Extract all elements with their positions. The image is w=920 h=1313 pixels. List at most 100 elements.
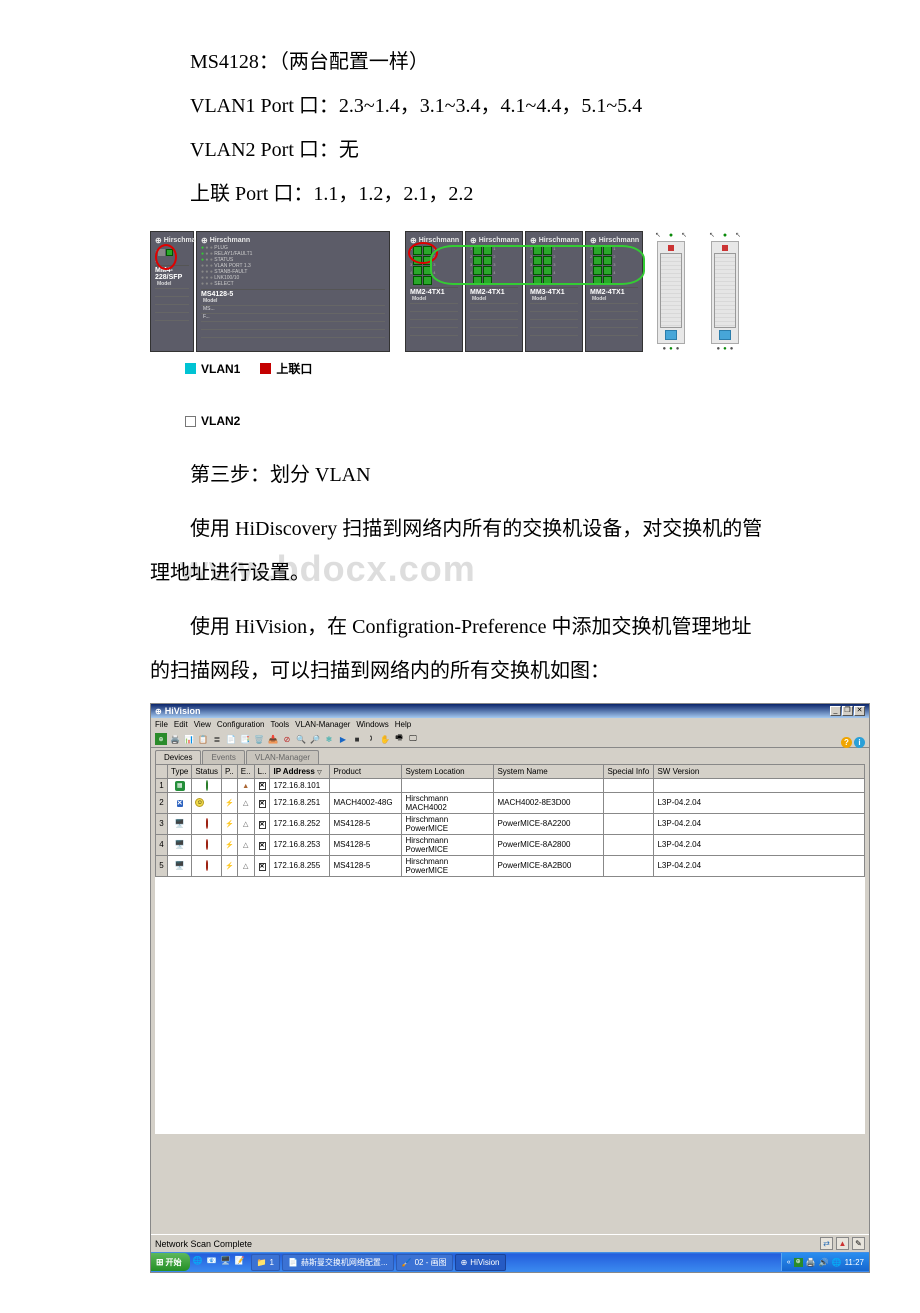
taskbar-item[interactable]: 📁1 bbox=[251, 1254, 280, 1271]
device-model-label: MM2-4TX1 bbox=[410, 289, 458, 296]
col-name[interactable]: System Name bbox=[494, 765, 604, 779]
maximize-button[interactable]: ❐ bbox=[842, 706, 853, 716]
tb-icon[interactable]: ❄ bbox=[323, 733, 335, 745]
col-p[interactable]: P.. bbox=[222, 765, 238, 779]
cell-version bbox=[654, 779, 865, 793]
tb-icon[interactable]: ⊕ bbox=[155, 733, 167, 745]
cell-ip: 172.16.8.253 bbox=[270, 834, 330, 855]
stop-icon[interactable]: ⊘ bbox=[281, 733, 293, 745]
tb-icon[interactable]: ✋ bbox=[379, 733, 391, 745]
menu-windows[interactable]: Windows bbox=[356, 720, 388, 729]
cell-status bbox=[192, 813, 222, 834]
menu-edit[interactable]: Edit bbox=[174, 720, 188, 729]
col-version[interactable]: SW Version bbox=[654, 765, 865, 779]
col-e[interactable]: E.. bbox=[237, 765, 254, 779]
stop-icon[interactable]: ■ bbox=[351, 733, 363, 745]
legend-label: VLAN1 bbox=[201, 362, 240, 376]
tab-vlan-manager[interactable]: VLAN-Manager bbox=[246, 750, 319, 764]
close-button[interactable]: ✕ bbox=[854, 706, 865, 716]
cell-ip: 172.16.8.101 bbox=[270, 779, 330, 793]
cell-version: L3P-04.2.04 bbox=[654, 792, 865, 813]
taskbar-item[interactable]: 🖌️02 - 画图 bbox=[396, 1254, 453, 1271]
text-line-4: 上联 Port 口：1.1，1.2，2.1，2.2 bbox=[150, 172, 770, 216]
cell-e: △ bbox=[237, 792, 254, 813]
tb-icon[interactable]: 📋 bbox=[197, 733, 209, 745]
cell-e: △ bbox=[237, 834, 254, 855]
tb-icon[interactable]: 📑 bbox=[239, 733, 251, 745]
table-row: Model bbox=[155, 281, 189, 289]
col-location[interactable]: System Location bbox=[402, 765, 494, 779]
cell-location: Hirschmann PowerMICE bbox=[402, 855, 494, 876]
table-row bbox=[470, 312, 518, 320]
cell-location bbox=[402, 779, 494, 793]
menu-view[interactable]: View bbox=[194, 720, 211, 729]
status-icon[interactable]: ⇄ bbox=[820, 1237, 833, 1250]
brand-label: Hirschmann bbox=[201, 236, 385, 245]
device-panel-left-2: Hirschmann ● ● ● PLUG ● ● ● RELAY1/FAULT… bbox=[196, 231, 390, 352]
menu-vlan-manager[interactable]: VLAN-Manager bbox=[295, 720, 350, 729]
devices-table: Type Status P.. E.. L.. IP Address ▽ Pro… bbox=[155, 764, 865, 877]
paragraph-1: 使用 HiDiscovery 扫描到网络内所有的交换机设备，对交换机的管理地址进… bbox=[150, 507, 770, 595]
ql-icon[interactable]: 🖥️ bbox=[221, 1256, 233, 1268]
print-icon[interactable]: 🖨️ bbox=[169, 733, 181, 745]
trash-icon[interactable]: 🗑️ bbox=[253, 733, 265, 745]
col-status[interactable]: Status bbox=[192, 765, 222, 779]
tab-devices[interactable]: Devices bbox=[155, 750, 201, 764]
search-icon[interactable]: 🔍 bbox=[295, 733, 307, 745]
table-row[interactable]: 4🖥️⚡△✕172.16.8.253MS4128-5Hirschmann Pow… bbox=[156, 834, 865, 855]
tray-icon[interactable]: « bbox=[787, 1259, 791, 1266]
col-product[interactable]: Product bbox=[330, 765, 402, 779]
table-row[interactable]: 2✕☺⚡△✕172.16.8.251MACH4002-48GHirschmann… bbox=[156, 792, 865, 813]
cell-status: ☺ bbox=[192, 792, 222, 813]
taskbar-item[interactable]: ⊕HiVision bbox=[455, 1254, 506, 1271]
col-l[interactable]: L.. bbox=[254, 765, 270, 779]
cell-l: ✕ bbox=[254, 855, 270, 876]
tray-icon[interactable]: 🌐 bbox=[832, 1258, 842, 1267]
clock[interactable]: 11:27 bbox=[845, 1258, 864, 1267]
tb-icon[interactable]: 🖵 bbox=[407, 733, 419, 745]
col-ip[interactable]: IP Address ▽ bbox=[270, 765, 330, 779]
tb-icon[interactable]: 🕽 bbox=[365, 733, 377, 745]
ql-icon[interactable]: 🌐 bbox=[193, 1256, 205, 1268]
brand-label: Hirschmann bbox=[155, 236, 189, 245]
tb-icon[interactable]: 📊 bbox=[183, 733, 195, 745]
status-icon[interactable]: ▲ bbox=[836, 1237, 849, 1250]
tab-events[interactable]: Events bbox=[202, 750, 244, 764]
tb-icon[interactable]: ≣ bbox=[211, 733, 223, 745]
tb-icon[interactable]: 📄 bbox=[225, 733, 237, 745]
help-icon[interactable]: ? bbox=[841, 737, 852, 748]
table-row[interactable]: 1▦▲✕172.16.8.101 bbox=[156, 779, 865, 793]
cell-e: △ bbox=[237, 855, 254, 876]
task-icon: 📄 bbox=[288, 1258, 298, 1267]
table-row[interactable]: 3🖥️⚡△✕172.16.8.252MS4128-5Hirschmann Pow… bbox=[156, 813, 865, 834]
col-rownum[interactable] bbox=[156, 765, 168, 779]
menu-file[interactable]: File bbox=[155, 720, 168, 729]
taskbar-item[interactable]: 📄赫斯曼交换机网络配置... bbox=[282, 1254, 394, 1271]
task-label: 赫斯曼交换机网络配置... bbox=[301, 1257, 388, 1268]
tb-icon[interactable]: 🔎 bbox=[309, 733, 321, 745]
tray-icon[interactable]: 🖨️ bbox=[806, 1258, 816, 1267]
status-icon[interactable]: ✎ bbox=[852, 1237, 865, 1250]
table-row bbox=[410, 304, 458, 312]
tray-icon[interactable]: 🔊 bbox=[819, 1258, 829, 1267]
play-icon[interactable]: ▶ bbox=[337, 733, 349, 745]
window-title: HiVision bbox=[165, 706, 201, 716]
text-line-2: VLAN1 Port 口：2.3~1.4，3.1~3.4，4.1~4.4，5.1… bbox=[150, 84, 770, 128]
start-button[interactable]: ⊞ 开始 bbox=[151, 1253, 190, 1271]
cell-type: 🖥️ bbox=[168, 855, 192, 876]
col-type[interactable]: Type bbox=[168, 765, 192, 779]
device-model-label: MM3-4TX1 bbox=[530, 289, 578, 296]
table-row: F... bbox=[201, 314, 385, 322]
menu-tools[interactable]: Tools bbox=[270, 720, 289, 729]
tb-icon[interactable]: 📥 bbox=[267, 733, 279, 745]
menu-help[interactable]: Help bbox=[395, 720, 411, 729]
col-info[interactable]: Special Info bbox=[604, 765, 654, 779]
ql-icon[interactable]: 📧 bbox=[207, 1256, 219, 1268]
minimize-button[interactable]: _ bbox=[830, 706, 841, 716]
table-row[interactable]: 5🖥️⚡△✕172.16.8.255MS4128-5Hirschmann Pow… bbox=[156, 855, 865, 876]
ql-icon[interactable]: 📝 bbox=[235, 1256, 247, 1268]
info-icon[interactable]: i bbox=[854, 737, 865, 748]
tb-icon[interactable]: 🖷 bbox=[393, 733, 405, 745]
menu-configuration[interactable]: Configuration bbox=[217, 720, 265, 729]
tray-icon[interactable]: ⊕ bbox=[794, 1258, 803, 1267]
